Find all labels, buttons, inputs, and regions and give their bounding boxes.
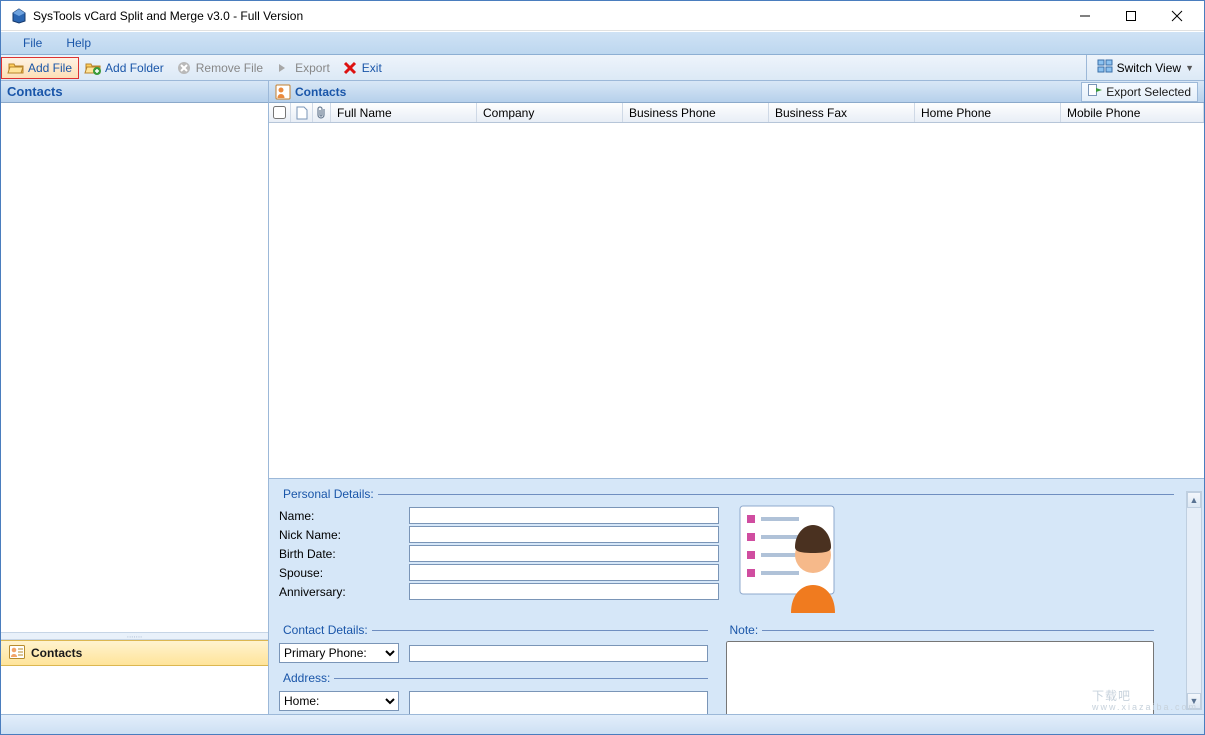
right-panel: Contacts Export Selected Full Name Compa… xyxy=(269,81,1204,714)
nav-contacts-label: Contacts xyxy=(31,646,82,660)
switch-view-label: Switch View xyxy=(1117,61,1181,75)
address-field[interactable] xyxy=(409,691,708,714)
export-selected-icon xyxy=(1088,84,1102,99)
minimize-button[interactable] xyxy=(1062,1,1108,31)
grid-col-mobile-phone[interactable]: Mobile Phone xyxy=(1061,103,1204,122)
birthdate-label: Birth Date: xyxy=(279,547,409,561)
personal-details-legend: Personal Details: xyxy=(279,487,378,501)
switch-view-icon xyxy=(1097,59,1113,76)
tree-view[interactable] xyxy=(1,103,268,632)
export-button[interactable]: Export xyxy=(269,56,336,80)
contacts-grid-section: Contacts Export Selected Full Name Compa… xyxy=(269,81,1204,479)
page-icon xyxy=(296,106,308,120)
select-all-checkbox[interactable] xyxy=(273,106,286,119)
remove-file-label: Remove File xyxy=(196,61,263,75)
name-field[interactable] xyxy=(409,507,719,524)
nav-list-area[interactable] xyxy=(1,666,268,714)
spouse-field[interactable] xyxy=(409,564,719,581)
menubar: File Help xyxy=(1,31,1204,55)
export-icon xyxy=(275,60,291,76)
contact-image xyxy=(739,505,835,615)
grid-col-business-phone[interactable]: Business Phone xyxy=(623,103,769,122)
paperclip-icon xyxy=(317,106,327,120)
exit-icon xyxy=(342,60,358,76)
main-body: Contacts ∙∙∙∙∙∙∙ Contacts Contacts Expor… xyxy=(1,81,1204,714)
grid-header: Full Name Company Business Phone Busines… xyxy=(269,103,1204,123)
app-window: SysTools vCard Split and Merge v3.0 - Fu… xyxy=(0,0,1205,735)
menu-help[interactable]: Help xyxy=(54,34,103,52)
note-field[interactable] xyxy=(726,641,1155,714)
grid-col-company[interactable]: Company xyxy=(477,103,623,122)
app-icon xyxy=(11,8,27,24)
grid-col-fullname[interactable]: Full Name xyxy=(331,103,477,122)
name-label: Name: xyxy=(279,509,409,523)
note-legend: Note: xyxy=(726,623,763,637)
grid-col-business-fax[interactable]: Business Fax xyxy=(769,103,915,122)
export-label: Export xyxy=(295,61,330,75)
dropdown-caret-icon: ▼ xyxy=(1185,63,1194,73)
spouse-label: Spouse: xyxy=(279,566,409,580)
phone-type-select[interactable]: Primary Phone: xyxy=(279,643,399,663)
scroll-down-icon[interactable]: ▼ xyxy=(1187,693,1201,709)
titlebar: SysTools vCard Split and Merge v3.0 - Fu… xyxy=(1,1,1204,31)
folder-add-icon xyxy=(85,60,101,76)
export-selected-label: Export Selected xyxy=(1106,85,1191,99)
contact-details-legend: Contact Details: xyxy=(279,623,372,637)
add-file-label: Add File xyxy=(28,61,72,75)
remove-icon xyxy=(176,60,192,76)
menu-file[interactable]: File xyxy=(11,34,54,52)
close-button[interactable] xyxy=(1154,1,1200,31)
birthdate-field[interactable] xyxy=(409,545,719,562)
add-file-button[interactable]: Add File xyxy=(1,57,79,79)
add-folder-button[interactable]: Add Folder xyxy=(79,56,170,80)
contact-card-icon xyxy=(9,645,25,662)
contacts-header: Contacts Export Selected xyxy=(269,81,1204,103)
contact-details-group: Contact Details: Primary Phone: xyxy=(279,623,708,665)
left-panel: Contacts ∙∙∙∙∙∙∙ Contacts xyxy=(1,81,269,714)
grid-col-checkbox[interactable] xyxy=(269,103,291,122)
grid-col-home-phone[interactable]: Home Phone xyxy=(915,103,1061,122)
nickname-field[interactable] xyxy=(409,526,719,543)
nav-contacts-button[interactable]: Contacts xyxy=(1,640,268,666)
address-type-select[interactable]: Home: xyxy=(279,691,399,711)
switch-view-button[interactable]: Switch View ▼ xyxy=(1086,55,1204,80)
scroll-up-icon[interactable]: ▲ xyxy=(1187,492,1201,508)
note-group: Note: xyxy=(726,623,1155,714)
personal-details-group: Personal Details: Name: Nick Name: Birth… xyxy=(279,487,1174,615)
address-group: Address: Home: xyxy=(279,671,708,714)
statusbar xyxy=(1,714,1204,734)
grid-col-page-icon[interactable] xyxy=(291,103,313,122)
contacts-header-icon xyxy=(275,84,291,100)
grid-col-attachment-icon[interactable] xyxy=(313,103,331,122)
add-folder-label: Add Folder xyxy=(105,61,164,75)
folder-open-icon xyxy=(8,60,24,76)
exit-label: Exit xyxy=(362,61,382,75)
contacts-header-title: Contacts xyxy=(295,85,346,99)
grid-body[interactable] xyxy=(269,123,1204,478)
details-pane: ▲ ▼ Personal Details: Name: Nick Name: B… xyxy=(269,479,1204,714)
anniversary-field[interactable] xyxy=(409,583,719,600)
left-panel-header: Contacts xyxy=(1,81,268,103)
remove-file-button[interactable]: Remove File xyxy=(170,56,269,80)
address-legend: Address: xyxy=(279,671,334,685)
details-scrollbar[interactable]: ▲ ▼ xyxy=(1186,491,1202,710)
phone-field[interactable] xyxy=(409,645,708,662)
nickname-label: Nick Name: xyxy=(279,528,409,542)
maximize-button[interactable] xyxy=(1108,1,1154,31)
anniversary-label: Anniversary: xyxy=(279,585,409,599)
exit-button[interactable]: Exit xyxy=(336,56,388,80)
export-selected-button[interactable]: Export Selected xyxy=(1081,82,1198,102)
splitter-grip[interactable]: ∙∙∙∙∙∙∙ xyxy=(1,632,268,640)
toolbar: Add File Add Folder Remove File Export E… xyxy=(1,55,1204,81)
window-title: SysTools vCard Split and Merge v3.0 - Fu… xyxy=(33,9,303,23)
